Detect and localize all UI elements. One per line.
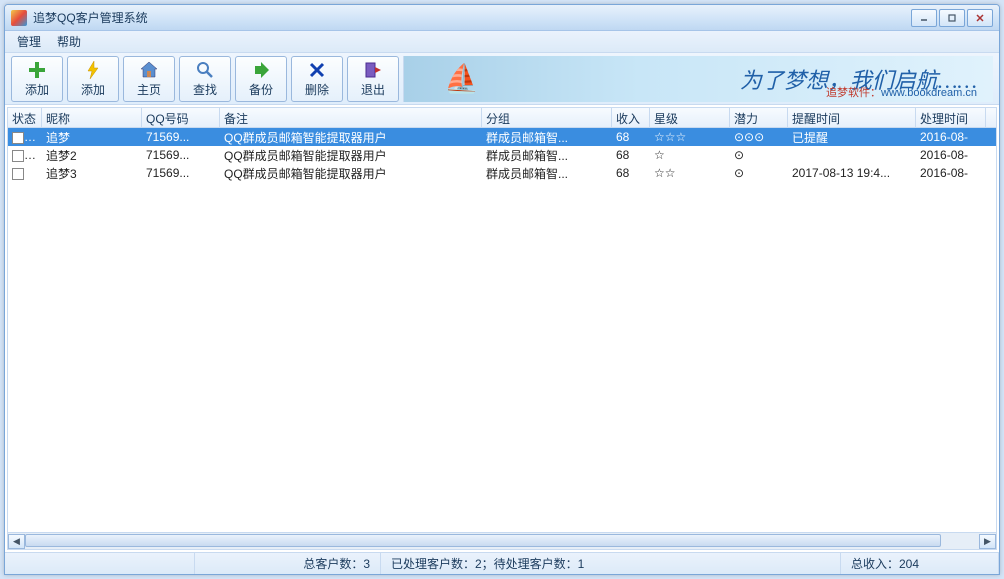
toolbar-add2-button[interactable]: 添加 [67, 56, 119, 102]
col-nick[interactable]: 昵称 [42, 108, 142, 127]
search-icon [195, 59, 215, 81]
scroll-left-arrow[interactable]: ◀ [8, 534, 25, 549]
menu-help[interactable]: 帮助 [49, 31, 89, 52]
col-pot[interactable]: 潜力 [730, 108, 788, 127]
plus-icon [27, 59, 47, 81]
ship-icon: ⛵ [444, 62, 479, 95]
col-note[interactable]: 备注 [220, 108, 482, 127]
toolbar-label: 查找 [193, 81, 217, 98]
delete-icon [308, 59, 326, 81]
toolbar-search-button[interactable]: 查找 [179, 56, 231, 102]
scroll-right-arrow[interactable]: ▶ [979, 534, 996, 549]
menubar: 管理 帮助 [5, 31, 999, 53]
banner-subtitle: 追梦软件：www.bookdream.cn [826, 84, 977, 100]
toolbar-label: 备份 [249, 81, 273, 98]
toolbar-add-button[interactable]: 添加 [11, 56, 63, 102]
col-group[interactable]: 分组 [482, 108, 612, 127]
data-grid: 状态 昵称 QQ号码 备注 分组 收入 星级 潜力 提醒时间 处理时间 ✓追梦7… [7, 107, 997, 550]
table-row[interactable]: 追梦371569...QQ群成员邮箱智能提取器用户群成员邮箱智...68☆☆⊙2… [8, 164, 996, 182]
titlebar[interactable]: 追梦QQ客户管理系统 [5, 5, 999, 31]
minimize-button[interactable] [911, 9, 937, 27]
status-income: 总收入：204 [841, 553, 999, 574]
toolbar-label: 删除 [305, 81, 329, 98]
table-row[interactable]: ✓追梦271569...QQ群成员邮箱智能提取器用户群成员邮箱智...68☆⊙2… [8, 146, 996, 164]
col-income[interactable]: 收入 [612, 108, 650, 127]
toolbar-label: 主页 [137, 81, 161, 98]
col-process[interactable]: 处理时间 [916, 108, 986, 127]
toolbar-exit-button[interactable]: 退出 [347, 56, 399, 102]
lightning-icon [84, 59, 102, 81]
table-row[interactable]: ✓追梦71569...QQ群成员邮箱智能提取器用户群成员邮箱智...68☆☆☆⊙… [8, 128, 996, 146]
close-button[interactable] [967, 9, 993, 27]
scroll-track[interactable] [25, 534, 979, 549]
statusbar: 总客户数：3 已处理客户数：2；待处理客户数：1 总收入：204 [5, 552, 999, 574]
toolbar-backup-button[interactable]: 备份 [235, 56, 287, 102]
col-star[interactable]: 星级 [650, 108, 730, 127]
toolbar-label: 添加 [25, 81, 49, 98]
backup-icon [251, 59, 271, 81]
status-processed: 已处理客户数：2；待处理客户数：1 [381, 553, 841, 574]
status-total: 总客户数：3 [195, 553, 381, 574]
banner-company: 追梦软件： [826, 87, 881, 99]
app-icon [11, 10, 27, 26]
col-status[interactable]: 状态 [8, 108, 42, 127]
grid-header: 状态 昵称 QQ号码 备注 分组 收入 星级 潜力 提醒时间 处理时间 [8, 108, 996, 128]
maximize-button[interactable] [939, 9, 965, 27]
toolbar-home-button[interactable]: 主页 [123, 56, 175, 102]
col-remind[interactable]: 提醒时间 [788, 108, 916, 127]
home-icon [139, 59, 159, 81]
col-qq[interactable]: QQ号码 [142, 108, 220, 127]
grid-body[interactable]: ✓追梦71569...QQ群成员邮箱智能提取器用户群成员邮箱智...68☆☆☆⊙… [8, 128, 996, 532]
toolbar-label: 添加 [81, 81, 105, 98]
banner-url[interactable]: www.bookdream.cn [881, 87, 977, 99]
row-checkbox[interactable] [12, 150, 24, 162]
banner: ⛵ 为了梦想，我们启航…… 追梦软件：www.bookdream.cn [403, 56, 993, 102]
main-window: 追梦QQ客户管理系统 管理 帮助 添加 添加 主页 查找 备份 [4, 4, 1000, 575]
toolbar-delete-button[interactable]: 删除 [291, 56, 343, 102]
row-checkbox[interactable] [12, 168, 24, 180]
row-checkbox[interactable] [12, 132, 24, 144]
status-spacer [5, 553, 195, 574]
window-controls [911, 9, 993, 27]
exit-icon [363, 59, 383, 81]
scroll-thumb[interactable] [25, 534, 941, 547]
toolbar-label: 退出 [361, 81, 385, 98]
menu-manage[interactable]: 管理 [9, 31, 49, 52]
toolbar: 添加 添加 主页 查找 备份 删除 退出 ⛵ 为了梦想，我们启航…… [5, 53, 999, 105]
window-title: 追梦QQ客户管理系统 [33, 9, 911, 26]
horizontal-scrollbar[interactable]: ◀ ▶ [8, 532, 996, 549]
